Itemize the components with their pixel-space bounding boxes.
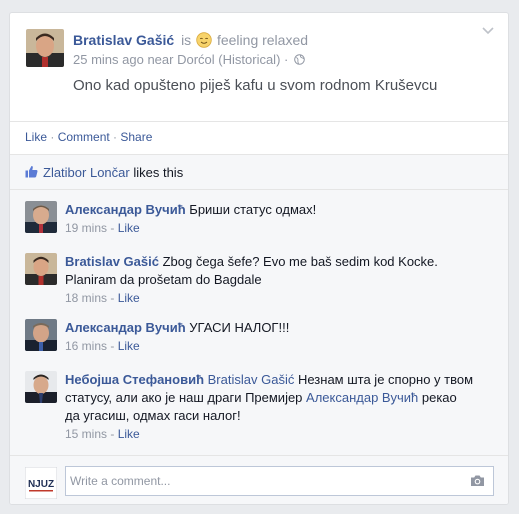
comment-composer: NJUZ Write a comment...	[10, 455, 508, 504]
njuz-logo-avatar: NJUZ	[25, 467, 57, 499]
post-timestamp[interactable]: 25 mins ago	[73, 52, 144, 67]
comment-timestamp[interactable]: 16 mins	[65, 339, 107, 353]
post-text: Ono kad opušteno piješ kafu u svom rodno…	[73, 77, 438, 94]
comment-timestamp[interactable]: 19 mins	[65, 221, 107, 235]
meta-separator: -	[107, 339, 118, 353]
thumbs-up-icon	[25, 165, 38, 178]
camera-icon[interactable]	[470, 474, 485, 487]
liker-name[interactable]: Zlatibor Lončar	[43, 165, 130, 180]
feeling-label[interactable]: feeling relaxed	[217, 32, 308, 48]
comment-timestamp[interactable]: 18 mins	[65, 291, 107, 305]
comment-timestamp[interactable]: 15 mins	[65, 427, 107, 441]
post-location[interactable]: Dorćol (Historical)	[177, 52, 280, 67]
comment-author[interactable]: Bratislav Gašić	[65, 254, 159, 269]
is-word: is	[181, 32, 192, 48]
meta-separator: -	[107, 427, 118, 441]
comment-author[interactable]: Небојша Стефановић	[65, 372, 204, 387]
comment-author[interactable]: Александар Вучић	[65, 202, 186, 217]
comment-input[interactable]: Write a comment...	[65, 466, 494, 496]
avatar[interactable]	[25, 253, 57, 285]
globe-icon[interactable]	[294, 54, 305, 65]
near-word: near	[147, 52, 174, 67]
post-meta: Bratislav Gašić is feeling relaxed 25 mi…	[73, 31, 308, 69]
likes-summary: Zlatibor Lončar likes this	[10, 155, 508, 190]
post-author-avatar[interactable]	[26, 29, 64, 67]
relaxed-emoji-icon	[196, 32, 212, 48]
tagged-user[interactable]: Александар Вучић	[306, 390, 418, 405]
chevron-down-icon[interactable]	[481, 23, 495, 37]
post-author-name[interactable]: Bratislav Gašić	[73, 32, 174, 48]
avatar[interactable]	[25, 201, 57, 233]
action-separator: ·	[109, 130, 121, 144]
tagged-user[interactable]: Bratislav Gašić	[208, 372, 295, 387]
comment-like-button[interactable]: Like	[118, 291, 140, 305]
avatar	[26, 29, 64, 67]
comments-section: Zlatibor Lončar likes this Александар Ву…	[10, 154, 508, 504]
share-button[interactable]: Share	[120, 130, 152, 144]
comment-author[interactable]: Александар Вучић	[65, 320, 186, 335]
comment-like-button[interactable]: Like	[118, 221, 140, 235]
meta-separator: ·	[284, 52, 289, 67]
likes-suffix: likes this	[133, 165, 184, 180]
comment-button[interactable]: Comment	[58, 130, 110, 144]
like-button[interactable]: Like	[25, 130, 47, 144]
njuz-logo-text: NJUZ	[28, 479, 54, 490]
action-separator: ·	[47, 130, 58, 144]
meta-separator: -	[107, 221, 118, 235]
post-card: Bratislav Gašić is feeling relaxed 25 mi…	[9, 12, 509, 505]
comment-like-button[interactable]: Like	[118, 339, 140, 353]
comment-text: УГАСИ НАЛОГ!!!	[189, 320, 290, 335]
meta-separator: -	[107, 291, 118, 305]
post-actions-bar: Like · Comment · Share	[10, 121, 508, 154]
comment-text: Бриши статус одмах!	[189, 202, 317, 217]
avatar[interactable]	[25, 319, 57, 351]
avatar[interactable]	[25, 371, 57, 403]
comment-input-placeholder: Write a comment...	[70, 474, 171, 488]
comment-like-button[interactable]: Like	[118, 427, 140, 441]
